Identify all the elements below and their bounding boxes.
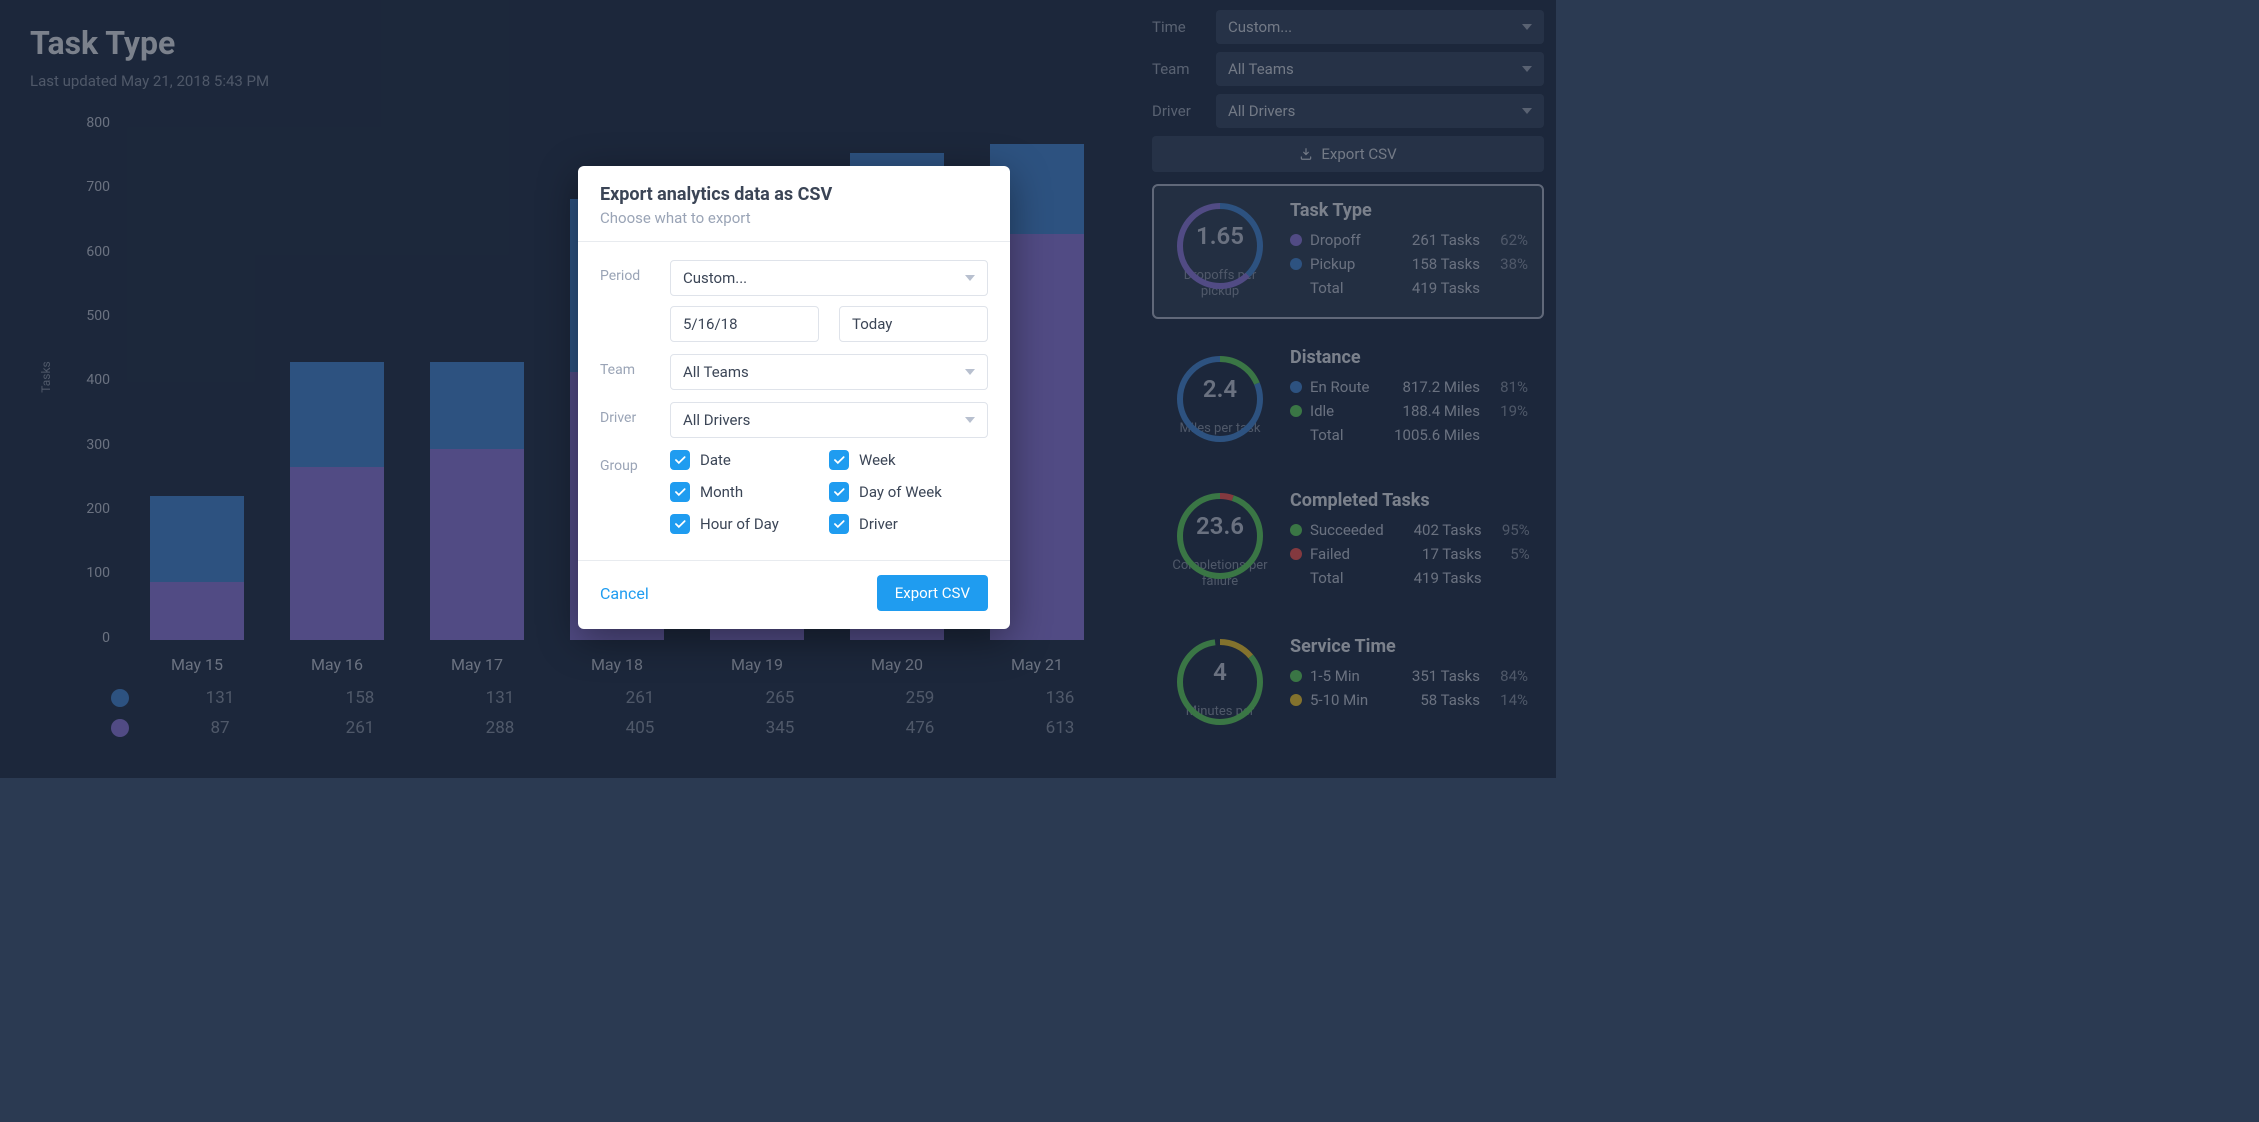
chevron-down-icon	[965, 369, 975, 375]
checkbox-date[interactable]	[670, 450, 690, 470]
team-label: Team	[600, 354, 670, 378]
cancel-button[interactable]: Cancel	[600, 584, 649, 603]
checkbox-month[interactable]	[670, 482, 690, 502]
modal-subtitle: Choose what to export	[600, 209, 988, 227]
period-select[interactable]: Custom...	[670, 260, 988, 296]
date-from-input[interactable]: 5/16/18	[670, 306, 819, 342]
export-csv-submit-button[interactable]: Export CSV	[877, 575, 988, 611]
driver-label: Driver	[600, 402, 670, 426]
modal-title: Export analytics data as CSV	[600, 184, 988, 205]
date-to-input[interactable]: Today	[839, 306, 988, 342]
team-select-modal[interactable]: All Teams	[670, 354, 988, 390]
chevron-down-icon	[965, 275, 975, 281]
checkbox-week[interactable]	[829, 450, 849, 470]
checkbox-hour-of-day[interactable]	[670, 514, 690, 534]
group-label: Group	[600, 450, 670, 474]
export-modal: Export analytics data as CSV Choose what…	[578, 166, 1010, 629]
checkbox-driver[interactable]	[829, 514, 849, 534]
period-label: Period	[600, 260, 670, 284]
chevron-down-icon	[965, 417, 975, 423]
checkbox-day-of-week[interactable]	[829, 482, 849, 502]
driver-select-modal[interactable]: All Drivers	[670, 402, 988, 438]
